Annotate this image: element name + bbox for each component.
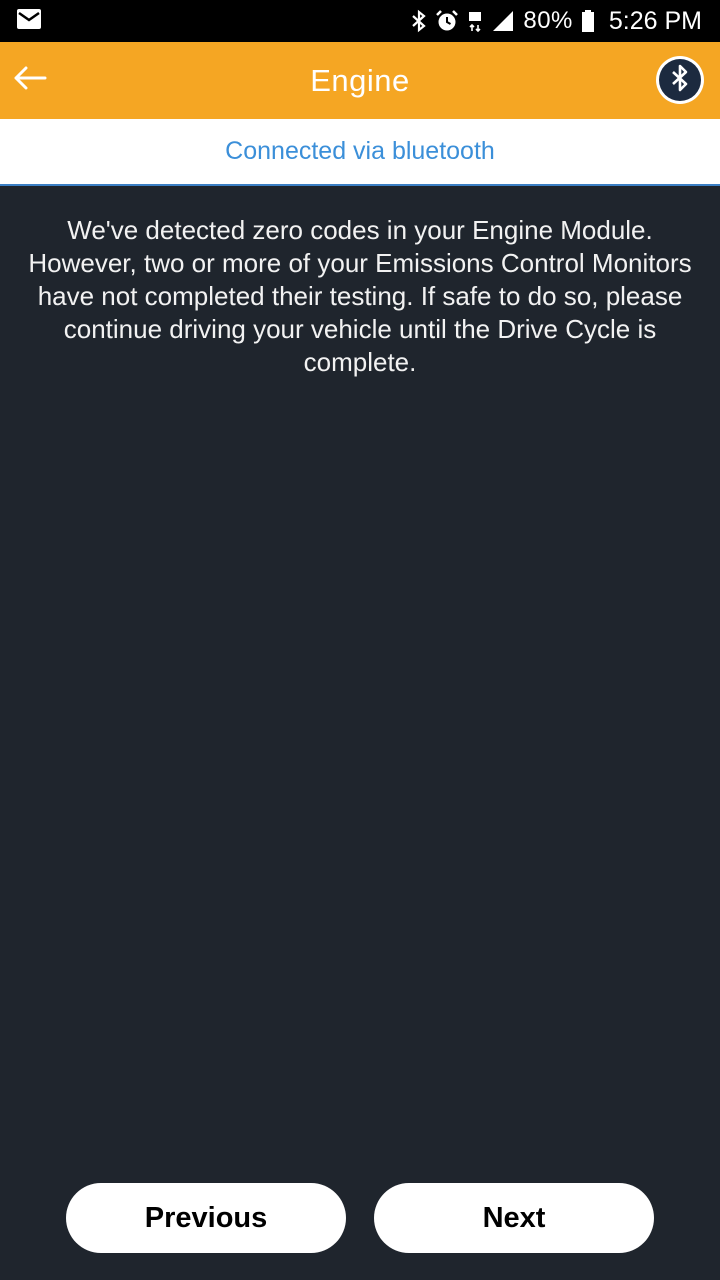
battery-percent: 80% [523,7,573,34]
status-right: 80% 5:26 PM [411,7,702,36]
back-button[interactable] [10,60,50,100]
alarm-icon [435,9,459,33]
previous-button[interactable]: Previous [66,1183,346,1253]
status-time: 5:26 PM [608,6,702,35]
bluetooth-button-inner [659,59,701,101]
connection-banner: Connected via bluetooth [0,119,720,186]
signal-icon [491,10,515,32]
status-left [16,8,42,35]
data-4g-icon [467,9,483,33]
app-bar: Engine [0,42,720,119]
connection-status: Connected via bluetooth [225,137,495,165]
bluetooth-button[interactable] [656,56,704,104]
status-message: We've detected zero codes in your Engine… [28,215,692,377]
next-button[interactable]: Next [374,1183,654,1253]
mail-icon [16,8,42,35]
arrow-left-icon [13,66,47,95]
status-bar: 80% 5:26 PM [0,0,720,42]
battery-icon [581,9,595,33]
bluetooth-icon [411,9,427,33]
page-title: Engine [310,62,410,98]
bluetooth-icon [670,63,690,98]
